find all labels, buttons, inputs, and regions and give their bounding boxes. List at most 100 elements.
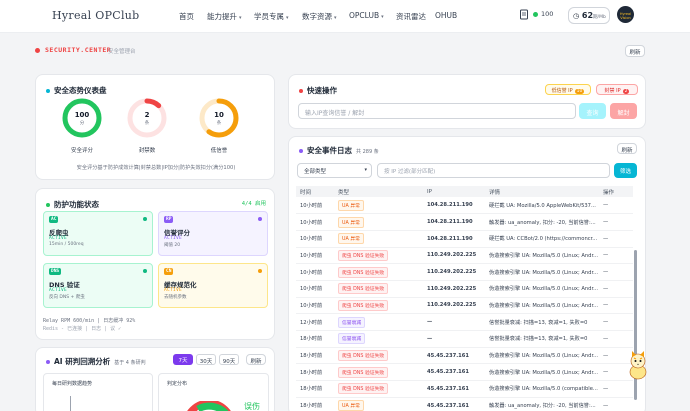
cell-type: 爬虫 DNS 验证失败	[334, 363, 423, 382]
feature-detail: 阈值 20	[164, 243, 181, 248]
nav-item-home[interactable]: 首页	[179, 11, 194, 22]
distribution-title: 判定分布	[167, 381, 188, 387]
gauge-label: 低信誉	[210, 148, 228, 154]
card-title: 安全态势仪表盘	[46, 85, 107, 96]
table-row[interactable]: 10小时前 UA 异常 104.28.211.190 硬拦截 UA: Mozilla/…	[296, 197, 633, 215]
redis-status: Redis - 已连接 | 日志 | 议 ✓	[43, 326, 122, 332]
cell-ip[interactable]: 104.28.211.190	[423, 197, 485, 215]
nav-item-ohub[interactable]: OHUB	[435, 11, 457, 20]
gauge-unit: 条	[144, 121, 150, 126]
unban-button[interactable]: 解封	[610, 103, 637, 119]
table-row[interactable]: 10小时前 爬虫 DNS 验证失败 110.249.202.225 伪造搜索引擎 UA…	[296, 280, 633, 298]
cell-ip[interactable]: 45.45.237.161	[423, 347, 485, 365]
table-row[interactable]: 10小时前 爬虫 DNS 验证失败 110.249.202.225 伪造搜索引擎 UA…	[296, 297, 633, 315]
refresh-button[interactable]: 刷新	[625, 45, 645, 57]
cell-ip[interactable]: 110.249.202.225	[423, 263, 485, 281]
card-title: 快速操作	[299, 85, 337, 96]
cell-detail: 伪造搜索引擎 UA: Mozilla/5.0 (Linux; Andr...	[485, 347, 599, 365]
event-type-select[interactable]: 全部类型 ▾	[297, 163, 372, 178]
event-type-badge: 爬虫 DNS 验证失败	[338, 366, 389, 378]
nav-item-resources[interactable]: 数字资源 ▾	[302, 11, 337, 22]
cell-detail: 触发器: ua_anomaly, 扣分: -20, 当前信誉:...	[485, 397, 599, 411]
cell-ip[interactable]: 45.45.237.161	[423, 363, 485, 382]
cell-ip[interactable]: —	[423, 313, 485, 331]
filter-button[interactable]: 筛选	[614, 163, 637, 178]
cell-action: —	[599, 263, 633, 281]
table-row[interactable]: 10小时前 UA 异常 104.28.211.190 触发器: ua_anomaly,…	[296, 213, 633, 231]
query-button[interactable]: 查询	[579, 103, 606, 119]
gauge-value: 2	[144, 111, 150, 119]
banned-ip-pill[interactable]: 封禁 IP 2	[596, 84, 638, 95]
cell-ip[interactable]: 110.249.202.225	[423, 297, 485, 315]
protection-feature-card[interactable]: AC 反爬虫 ACTIVE 15min / 500req	[43, 211, 153, 256]
nav-item-radar[interactable]: 资讯雷达	[396, 11, 426, 22]
status-dot-icon	[143, 269, 147, 273]
page-title: SECURITY.CENTER	[45, 46, 112, 54]
table-row[interactable]: 12小时前 信誉衰减 — 信誉批量衰减: 扫描=13, 衰减=1, 失败=0—	[296, 313, 633, 331]
card-title: 安全事件日志共 289 条	[299, 145, 379, 156]
table-header-row: 时间 类型 IP 详情 操作	[296, 186, 633, 197]
table-row[interactable]: 10小时前 UA 异常 104.28.211.190 硬拦截 UA: CCBot/2.…	[296, 230, 633, 248]
cell-type: 信誉衰减	[334, 313, 423, 331]
feature-detail: 去随机参数	[164, 295, 187, 300]
cell-type: UA 异常	[334, 213, 423, 231]
cell-ip[interactable]: 45.45.237.161	[423, 380, 485, 398]
cell-action: —	[599, 380, 633, 398]
event-type-badge: UA 异常	[338, 199, 364, 211]
table-row[interactable]: 18小时前 UA 异常 45.45.237.161 触发器: ua_anomaly, …	[296, 397, 633, 411]
table-row[interactable]: 18小时前 爬虫 DNS 验证失败 45.45.237.161 伪造搜索引擎 UA: …	[296, 380, 633, 398]
range-30d-button[interactable]: 30天	[196, 354, 216, 365]
cell-type: UA 异常	[334, 197, 423, 215]
table-row[interactable]: 18小时前 爬虫 DNS 验证失败 45.45.237.161 伪造搜索引擎 UA: …	[296, 363, 633, 382]
cell-ip[interactable]: 110.249.202.225	[423, 280, 485, 298]
protection-feature-card[interactable]: DNS DNS 验证 ACTIVE 反向 DNS + 爬虫	[43, 263, 153, 308]
table-row[interactable]: 10小时前 爬虫 DNS 验证失败 110.249.202.225 伪造搜索引擎 UA…	[296, 263, 633, 281]
alert-dot-icon	[35, 48, 40, 53]
nav-item-opclub[interactable]: OPCLUB ▾	[349, 11, 384, 20]
site-logo[interactable]: Hyreal OPClub	[52, 9, 140, 22]
cell-detail: 硬拦截 UA: CCBot/2.0 (https://commoncr...	[485, 230, 599, 248]
nav-item-members[interactable]: 学员专属 ▾	[254, 11, 289, 22]
avatar[interactable]: Hyreal Vision	[617, 6, 634, 23]
events-refresh-button[interactable]: 刷新	[617, 143, 637, 154]
ip-query-input[interactable]: 输入IP查询信誉 / 解封	[298, 103, 576, 119]
event-type-badge: UA 异常	[338, 216, 364, 228]
ip-filter-input[interactable]: 按 IP 过滤(部分匹配)	[377, 163, 610, 178]
cell-detail: 硬拦截 UA: Mozilla/5.0 AppleWebKit/537...	[485, 197, 599, 215]
range-7d-button[interactable]: 7天	[173, 354, 193, 365]
cell-type: UA 异常	[334, 397, 423, 411]
table-row[interactable]: 18小时前 爬虫 DNS 验证失败 45.45.237.161 伪造搜索引擎 UA: …	[296, 347, 633, 365]
nav-item-skills[interactable]: 能力提升 ▾	[207, 11, 242, 22]
range-90d-button[interactable]: 90天	[219, 354, 239, 365]
gauge-label: 安全评分	[70, 148, 93, 154]
feature-state: ACTIVE	[164, 288, 183, 293]
cell-ip[interactable]: —	[423, 330, 485, 348]
trend-axis	[70, 396, 71, 411]
trend-panel: 每日研判数据趋势	[43, 373, 153, 411]
document-icon[interactable]	[519, 9, 529, 23]
cell-ip[interactable]: 45.45.237.161	[423, 397, 485, 411]
protection-feature-card[interactable]: RP 信誉评分 ACTIVE 阈值 20	[158, 211, 268, 256]
cell-ip[interactable]: 110.249.202.225	[423, 247, 485, 265]
cell-time: 18小时前	[296, 330, 334, 348]
gauge-value: 10	[214, 111, 224, 119]
event-type-badge: 爬虫 DNS 验证失败	[338, 383, 389, 395]
cell-detail: 伪造搜索引擎 UA: Mozilla/5.0 (Linux; Andr...	[485, 263, 599, 281]
table-row[interactable]: 10小时前 爬虫 DNS 验证失败 110.249.202.225 伪造搜索引擎 UA…	[296, 247, 633, 265]
cat-mascot-icon[interactable]	[624, 348, 652, 380]
wallet-button[interactable]: ◷ 62期/Mb	[568, 7, 610, 24]
cell-action: —	[599, 213, 633, 231]
gauge-3: 10 条	[198, 97, 240, 141]
cell-action: —	[599, 330, 633, 348]
cell-time: 10小时前	[296, 280, 334, 298]
cell-ip[interactable]: 104.28.211.190	[423, 213, 485, 231]
table-row[interactable]: 18小时前 信誉衰减 — 信誉批量衰减: 扫描=13, 衰减=1, 失败=0—	[296, 330, 633, 348]
analysis-refresh-button[interactable]: 刷新	[246, 354, 266, 365]
cell-ip[interactable]: 104.28.211.190	[423, 230, 485, 248]
distribution-panel: 判定分布 误伤	[158, 373, 269, 411]
cell-detail: 信誉批量衰减: 扫描=13, 衰减=1, 失败=0	[485, 330, 599, 348]
dot-icon	[299, 89, 303, 93]
protection-feature-card[interactable]: CN 缓存规范化 ACTIVE 去随机参数	[158, 263, 268, 308]
event-type-badge: 爬虫 DNS 验证失败	[338, 249, 389, 261]
low-reputation-pill[interactable]: 低信誉 IP 10	[545, 84, 591, 95]
